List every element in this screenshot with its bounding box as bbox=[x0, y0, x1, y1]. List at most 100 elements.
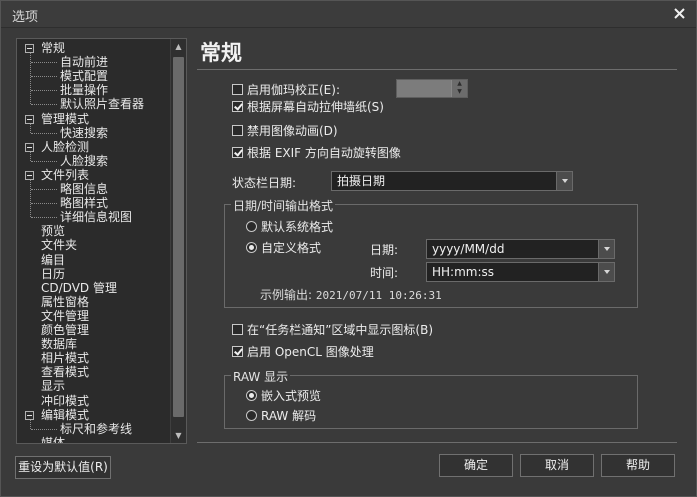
custom-format-radio[interactable] bbox=[246, 241, 257, 253]
page-title: 常规 bbox=[200, 41, 242, 65]
taskbar-icon-option[interactable]: 在“任务栏通知”区域中显示图标(B) bbox=[232, 321, 433, 337]
tree-connector bbox=[31, 90, 57, 92]
tree-connector bbox=[31, 104, 57, 106]
tree-item[interactable]: 人脸搜索 bbox=[60, 154, 108, 168]
tree-item[interactable]: 媒体 bbox=[41, 436, 65, 443]
minus-box-icon[interactable] bbox=[25, 142, 34, 152]
gamma-correction-option[interactable]: 启用伽玛校正(E): bbox=[232, 81, 340, 97]
tree-connector bbox=[31, 62, 57, 64]
stretch-wallpaper-label: 根据屏幕自动拉伸墙纸(S) bbox=[247, 99, 384, 114]
embedded-preview-label: 嵌入式预览 bbox=[261, 388, 322, 403]
tree-item[interactable]: 标尺和参考线 bbox=[60, 422, 132, 436]
tree-item[interactable]: 颜色管理 bbox=[41, 323, 89, 337]
exif-rotate-option[interactable]: 根据 EXIF 方向自动旋转图像 bbox=[232, 144, 401, 160]
embedded-preview-option[interactable]: 嵌入式预览 bbox=[246, 387, 321, 403]
cancel-button[interactable]: 取消 bbox=[520, 454, 594, 477]
options-tree[interactable]: ▲ ▼ 常规 自动前进 模式配置 批量操作 默认照片查看器 管理模式 快速搜索 人脸检测 人脸搜… bbox=[16, 38, 187, 444]
scroll-thumb[interactable] bbox=[173, 57, 184, 417]
tree-item[interactable]: 略图样式 bbox=[60, 196, 108, 210]
tree-item[interactable]: 管理模式 bbox=[41, 112, 89, 126]
minus-box-icon[interactable] bbox=[25, 410, 34, 420]
tree-item[interactable]: 日历 bbox=[41, 267, 65, 281]
scroll-down-arrow-icon[interactable]: ▼ bbox=[171, 428, 186, 443]
window-title: 选项 bbox=[12, 10, 39, 25]
minus-box-icon[interactable] bbox=[25, 44, 34, 53]
tree-item[interactable]: 数据库 bbox=[41, 337, 77, 351]
tree-item[interactable]: 批量操作 bbox=[60, 83, 108, 97]
tree-item[interactable]: 默认照片查看器 bbox=[60, 97, 144, 111]
opencl-checkbox[interactable] bbox=[232, 345, 243, 357]
date-format-select[interactable]: yyyy/MM/dd bbox=[426, 239, 615, 259]
tree-item[interactable]: 模式配置 bbox=[60, 69, 108, 83]
date-format-label: 日期: bbox=[370, 243, 399, 257]
disable-animation-checkbox[interactable] bbox=[232, 124, 243, 136]
tree-item[interactable]: 相片模式 bbox=[41, 351, 89, 365]
sample-output-label: 示例输出: bbox=[260, 288, 313, 302]
tree-item[interactable]: 文件管理 bbox=[41, 309, 89, 323]
tree-item[interactable]: 人脸检测 bbox=[41, 140, 89, 154]
tree-item[interactable]: 冲印模式 bbox=[41, 394, 89, 408]
raw-group-title: RAW 显示 bbox=[231, 368, 291, 385]
statusbar-date-label: 状态栏日期: bbox=[232, 176, 297, 190]
default-format-option[interactable]: 默认系统格式 bbox=[246, 218, 333, 234]
tree-connector bbox=[30, 53, 31, 105]
spin-down-icon[interactable]: ▼ bbox=[452, 88, 467, 96]
exif-rotate-label: 根据 EXIF 方向自动旋转图像 bbox=[247, 145, 401, 160]
chevron-down-icon[interactable] bbox=[598, 240, 614, 258]
tree-item[interactable]: 属性窗格 bbox=[41, 295, 89, 309]
tree-item[interactable]: 编目 bbox=[41, 253, 65, 267]
tree-item[interactable]: 略图信息 bbox=[60, 182, 108, 196]
tree-item[interactable]: 快速搜索 bbox=[60, 126, 108, 140]
ok-button[interactable]: 确定 bbox=[439, 454, 513, 477]
exif-rotate-checkbox[interactable] bbox=[232, 146, 243, 158]
embedded-preview-radio[interactable] bbox=[246, 389, 257, 401]
title-bar: 选项 bbox=[1, 1, 696, 28]
spinner-buttons[interactable]: ▲ ▼ bbox=[451, 80, 467, 97]
datetime-group-title: 日期/时间输出格式 bbox=[231, 197, 336, 214]
tree-item[interactable]: CD/DVD 管理 bbox=[41, 281, 117, 295]
tree-scrollbar[interactable]: ▲ ▼ bbox=[170, 39, 186, 443]
chevron-down-icon[interactable] bbox=[598, 263, 614, 281]
tree-item[interactable]: 编辑模式 bbox=[41, 408, 89, 422]
opencl-option[interactable]: 启用 OpenCL 图像处理 bbox=[232, 343, 374, 359]
taskbar-icon-checkbox[interactable] bbox=[232, 323, 243, 335]
spin-up-icon[interactable]: ▲ bbox=[452, 80, 467, 88]
minus-box-icon[interactable] bbox=[25, 170, 34, 180]
help-button[interactable]: 帮助 bbox=[601, 454, 675, 477]
tree-connector bbox=[31, 160, 57, 162]
tree-item[interactable]: 常规 bbox=[41, 41, 65, 55]
scroll-up-arrow-icon[interactable]: ▲ bbox=[171, 39, 186, 54]
raw-decode-radio[interactable] bbox=[246, 409, 257, 421]
time-format-label: 时间: bbox=[370, 266, 399, 280]
raw-decode-option[interactable]: RAW 解码 bbox=[246, 407, 316, 423]
tree-item[interactable]: 自动前进 bbox=[60, 55, 108, 69]
tree-connector bbox=[30, 419, 31, 429]
tree-item[interactable]: 显示 bbox=[41, 379, 65, 393]
stretch-wallpaper-checkbox[interactable] bbox=[232, 100, 243, 112]
chevron-down-icon[interactable] bbox=[556, 172, 572, 190]
tree-item[interactable]: 文件夹 bbox=[41, 238, 77, 252]
stretch-wallpaper-option[interactable]: 根据屏幕自动拉伸墙纸(S) bbox=[232, 98, 384, 114]
time-format-value: HH:mm:ss bbox=[432, 265, 495, 279]
raw-decode-label: RAW 解码 bbox=[261, 408, 317, 423]
close-icon[interactable] bbox=[670, 4, 688, 22]
disable-animation-option[interactable]: 禁用图像动画(D) bbox=[232, 122, 338, 138]
statusbar-date-select[interactable]: 拍摄日期 bbox=[331, 171, 573, 191]
tree-connector bbox=[31, 189, 57, 190]
custom-format-option[interactable]: 自定义格式 bbox=[246, 239, 321, 255]
options-dialog: 选项 ▲ ▼ 常规 自动前进 模式配置 批量操作 默认照片查看器 管理模式 快速搜索 人脸检测… bbox=[0, 0, 697, 497]
default-format-radio[interactable] bbox=[246, 220, 257, 232]
tree-item[interactable]: 详细信息视图 bbox=[60, 210, 132, 224]
time-format-select[interactable]: HH:mm:ss bbox=[426, 262, 615, 282]
gamma-value-spinner[interactable]: ▲ ▼ bbox=[396, 79, 468, 98]
tree-item[interactable]: 文件列表 bbox=[41, 168, 89, 182]
minus-box-icon[interactable] bbox=[25, 114, 34, 124]
gamma-checkbox[interactable] bbox=[232, 83, 243, 95]
reset-defaults-button[interactable]: 重设为默认值(R) bbox=[15, 456, 111, 479]
tree-connector bbox=[30, 179, 31, 218]
sample-output: 示例输出: 2021/07/11 10:26:31 bbox=[260, 286, 442, 303]
tree-item[interactable]: 预览 bbox=[41, 224, 65, 238]
sample-output-value: 2021/07/11 10:26:31 bbox=[315, 289, 442, 302]
heading-divider bbox=[197, 69, 677, 70]
tree-item[interactable]: 查看模式 bbox=[41, 365, 89, 379]
